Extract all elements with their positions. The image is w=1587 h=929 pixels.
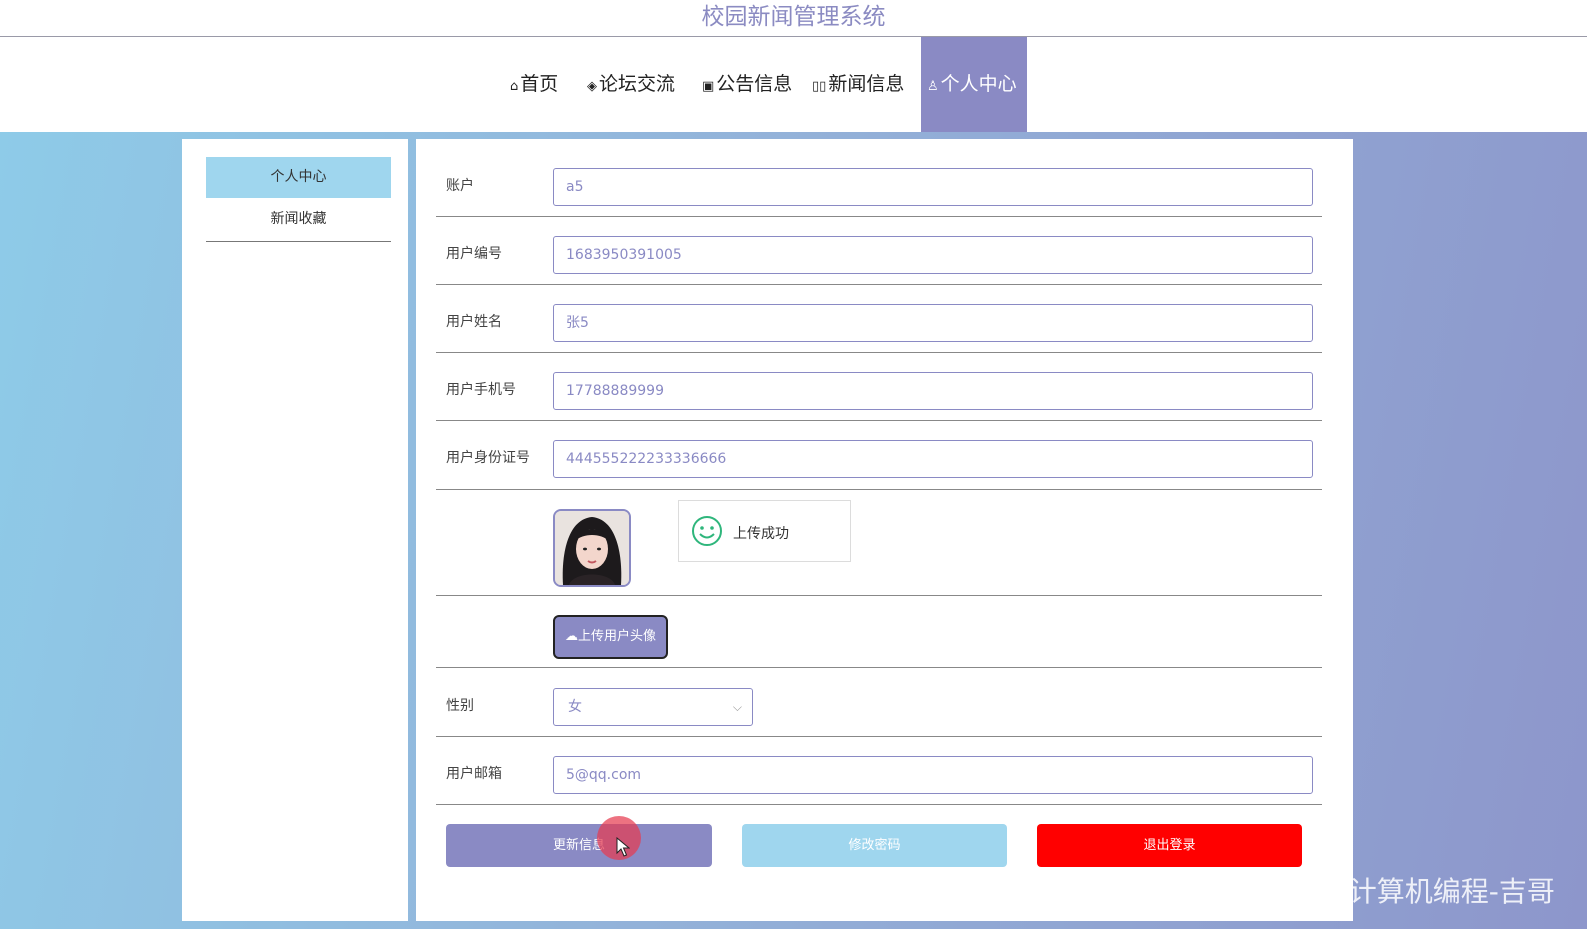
user-no-label: 用户编号 <box>446 246 502 262</box>
chevron-down-icon: ⌵ <box>732 700 742 714</box>
avatar <box>553 509 631 587</box>
smile-icon <box>692 516 722 546</box>
sidebar-item-profile[interactable]: 个人中心 <box>206 157 391 198</box>
nav-item-label: 论坛交流 <box>599 73 676 95</box>
row-divider <box>436 667 1322 668</box>
change-password-button[interactable]: 修改密码 <box>742 824 1007 867</box>
gift-icon: ▣ <box>702 79 715 94</box>
user-icon: ♙ <box>927 79 939 94</box>
nav-item-profile[interactable]: ♙ 个人中心 <box>921 37 1027 132</box>
nav-item-label: 首页 <box>520 73 559 95</box>
profile-form: 账户 a5 用户编号 1683950391005 用户姓名 张5 用户手机号 1… <box>416 139 1353 921</box>
home-icon: ⌂ <box>510 79 519 94</box>
user-name-field[interactable]: 张5 <box>553 304 1313 342</box>
nav-item-news[interactable]: ▯▯ 新闻信息 <box>812 37 904 132</box>
nav-item-forum[interactable]: ◈ 论坛交流 <box>587 37 675 132</box>
gender-value: 女 <box>568 699 582 715</box>
page-title: 校园新闻管理系统 <box>0 0 1587 37</box>
sidebar-divider <box>206 241 391 242</box>
watermark: CSDN @计算机编程-吉哥 <box>1232 875 1555 908</box>
sidebar-item-favorites[interactable]: 新闻收藏 <box>206 199 391 240</box>
sidebar: 个人中心 新闻收藏 <box>182 139 408 921</box>
update-info-button[interactable]: 更新信息 <box>446 824 712 867</box>
layers-icon: ◈ <box>587 79 597 94</box>
gender-select[interactable]: 女 ⌵ <box>553 688 753 726</box>
row-divider <box>436 736 1322 737</box>
upload-avatar-button[interactable]: ☁上传用户头像 <box>553 615 668 659</box>
phone-field[interactable]: 17788889999 <box>553 372 1313 410</box>
row-divider <box>436 595 1322 596</box>
gender-label: 性别 <box>446 698 474 714</box>
email-label: 用户邮箱 <box>446 766 502 782</box>
nav-item-label: 公告信息 <box>716 73 793 95</box>
upload-success-toast: 上传成功 <box>678 500 851 562</box>
nav-item-home[interactable]: ⌂ 首页 <box>510 37 558 132</box>
user-no-field[interactable]: 1683950391005 <box>553 236 1313 274</box>
row-divider <box>436 216 1322 217</box>
phone-label: 用户手机号 <box>446 382 516 398</box>
row-divider <box>436 420 1322 421</box>
row-divider <box>436 352 1322 353</box>
nav-item-label: 新闻信息 <box>828 73 905 95</box>
id-card-field[interactable]: 444555222233336666 <box>553 440 1313 478</box>
row-divider <box>436 284 1322 285</box>
cloud-upload-icon: ☁ <box>564 629 578 644</box>
nav-item-notice[interactable]: ▣ 公告信息 <box>702 37 792 132</box>
upload-avatar-label: 上传用户头像 <box>577 629 656 644</box>
account-label: 账户 <box>446 178 474 194</box>
logout-button[interactable]: 退出登录 <box>1037 824 1302 867</box>
nav-item-label: 个人中心 <box>940 73 1017 95</box>
book-icon: ▯▯ <box>812 79 827 94</box>
row-divider <box>436 489 1322 490</box>
toast-message: 上传成功 <box>733 526 789 542</box>
user-name-label: 用户姓名 <box>446 314 502 330</box>
top-nav: ⌂ 首页 ◈ 论坛交流 ▣ 公告信息 ▯▯ 新闻信息 ♙ 个人中心 <box>0 37 1587 132</box>
avatar-image <box>555 511 629 585</box>
mouse-pointer-icon <box>616 837 630 857</box>
email-field[interactable]: 5@qq.com <box>553 756 1313 794</box>
account-field[interactable]: a5 <box>553 168 1313 206</box>
row-divider <box>436 804 1322 805</box>
id-card-label: 用户身份证号 <box>446 450 530 466</box>
